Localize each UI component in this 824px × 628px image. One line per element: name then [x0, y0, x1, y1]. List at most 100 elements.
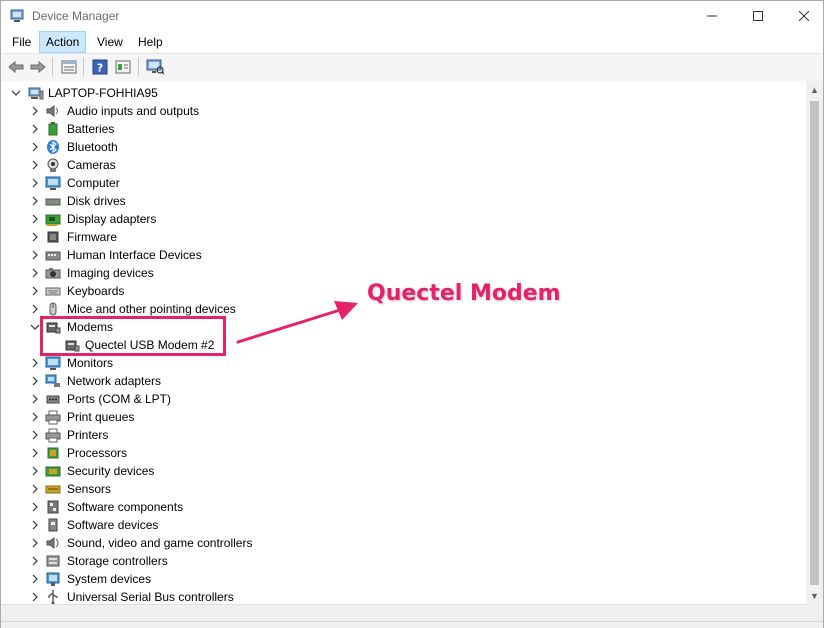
printer-icon — [45, 409, 61, 425]
chevron-right-icon[interactable] — [29, 267, 41, 279]
title-bar: Device Manager — [1, 1, 823, 31]
usb-icon — [45, 589, 61, 604]
chevron-right-icon[interactable] — [29, 123, 41, 135]
tree-category[interactable]: Disk drives — [1, 192, 806, 210]
chevron-right-icon[interactable] — [29, 591, 41, 603]
system-icon — [45, 571, 61, 587]
horizontal-scrollbar[interactable] — [1, 604, 806, 622]
tree-category[interactable]: Software devices — [1, 516, 806, 534]
tree-item-label: Sensors — [67, 482, 112, 496]
callout-label: Quectel Modem — [367, 281, 561, 306]
tree-category[interactable]: Ports (COM & LPT) — [1, 390, 806, 408]
tree-category[interactable]: Batteries — [1, 120, 806, 138]
minimize-button[interactable] — [689, 1, 735, 31]
scroll-up-arrow-icon[interactable]: ▲ — [806, 81, 823, 98]
chevron-right-icon[interactable] — [29, 411, 41, 423]
chevron-right-icon[interactable] — [29, 519, 41, 531]
vertical-scrollbar[interactable]: ▲ ▼ — [806, 81, 823, 604]
toolbar: ? — [1, 53, 823, 82]
chevron-right-icon[interactable] — [29, 195, 41, 207]
forward-button[interactable] — [28, 57, 48, 77]
menu-file[interactable]: File — [6, 32, 37, 52]
menu-help[interactable]: Help — [132, 32, 169, 52]
chevron-right-icon[interactable] — [29, 483, 41, 495]
chevron-right-icon[interactable] — [29, 285, 41, 297]
chevron-right-icon[interactable] — [29, 555, 41, 567]
chevron-right-icon[interactable] — [29, 573, 41, 585]
chevron-right-icon[interactable] — [29, 177, 41, 189]
tree-category[interactable]: Universal Serial Bus controllers — [1, 588, 806, 604]
tree-category[interactable]: Human Interface Devices — [1, 246, 806, 264]
tree-item-label: Computer — [67, 176, 120, 190]
chevron-right-icon[interactable] — [29, 375, 41, 387]
menu-view[interactable]: View — [91, 32, 129, 52]
menu-action[interactable]: Action — [39, 31, 87, 53]
chevron-right-icon[interactable] — [29, 213, 41, 225]
tree-item-label: Monitors — [67, 356, 114, 370]
tree-category[interactable]: Firmware — [1, 228, 806, 246]
chevron-right-icon[interactable] — [29, 537, 41, 549]
port-icon — [45, 391, 61, 407]
speaker-icon — [45, 103, 61, 119]
tree-item-label: Security devices — [67, 464, 155, 478]
tree-category[interactable]: Processors — [1, 444, 806, 462]
device-manager-icon — [9, 8, 25, 24]
tree-item-label: Firmware — [67, 230, 117, 244]
scan-hardware-icon — [146, 59, 164, 75]
chevron-right-icon[interactable] — [29, 231, 41, 243]
chevron-right-icon[interactable] — [29, 141, 41, 153]
tree-item-label: Storage controllers — [67, 554, 168, 568]
tree-category[interactable]: Software components — [1, 498, 806, 516]
maximize-button[interactable] — [735, 1, 781, 31]
tree-category[interactable]: Monitors — [1, 354, 806, 372]
tree-category[interactable]: Computer — [1, 174, 806, 192]
chevron-right-icon[interactable] — [29, 357, 41, 369]
chevron-right-icon[interactable] — [29, 159, 41, 171]
chevron-right-icon[interactable] — [29, 303, 41, 315]
scan-hardware-button[interactable] — [145, 57, 165, 77]
tree-root[interactable]: LAPTOP-FOHHIA95 — [1, 84, 806, 102]
update-driver-button[interactable] — [113, 57, 133, 77]
tree-category[interactable]: Printers — [1, 426, 806, 444]
tree-category[interactable]: Storage controllers — [1, 552, 806, 570]
help-button[interactable]: ? — [90, 57, 110, 77]
back-button[interactable] — [6, 57, 26, 77]
forward-arrow-icon — [30, 60, 46, 74]
tree-category[interactable]: Cameras — [1, 156, 806, 174]
chevron-right-icon[interactable] — [29, 429, 41, 441]
hid-icon — [45, 247, 61, 263]
tree-item-label: Bluetooth — [67, 140, 118, 154]
chevron-right-icon[interactable] — [29, 105, 41, 117]
status-bar — [1, 621, 823, 628]
highlight-box — [40, 316, 226, 356]
properties-button[interactable] — [59, 57, 79, 77]
chevron-down-icon[interactable] — [10, 87, 22, 99]
tree-item-label: Audio inputs and outputs — [67, 104, 200, 118]
monitor-icon — [45, 355, 61, 371]
tree-category[interactable]: Audio inputs and outputs — [1, 102, 806, 120]
tree-category[interactable]: Bluetooth — [1, 138, 806, 156]
tree-category[interactable]: Network adapters — [1, 372, 806, 390]
chevron-right-icon[interactable] — [29, 393, 41, 405]
tree-category[interactable]: Display adapters — [1, 210, 806, 228]
tree-category[interactable]: Imaging devices — [1, 264, 806, 282]
close-button[interactable] — [781, 1, 824, 31]
bluetooth-icon — [45, 139, 61, 155]
scroll-thumb[interactable] — [810, 101, 819, 585]
software-device-icon — [45, 517, 61, 533]
tree-item-label: Software devices — [67, 518, 159, 532]
sensor-icon — [45, 481, 61, 497]
tree-category[interactable]: Print queues — [1, 408, 806, 426]
tree-item-label: System devices — [67, 572, 152, 586]
tree-category[interactable]: Sensors — [1, 480, 806, 498]
tree-category[interactable]: Sound, video and game controllers — [1, 534, 806, 552]
chevron-right-icon[interactable] — [29, 465, 41, 477]
tree-category[interactable]: System devices — [1, 570, 806, 588]
chevron-right-icon[interactable] — [29, 249, 41, 261]
scroll-down-arrow-icon[interactable]: ▼ — [806, 587, 823, 604]
tree-category[interactable]: Security devices — [1, 462, 806, 480]
chevron-right-icon[interactable] — [29, 447, 41, 459]
chevron-right-icon[interactable] — [29, 501, 41, 513]
security-icon — [45, 463, 61, 479]
network-icon — [45, 373, 61, 389]
